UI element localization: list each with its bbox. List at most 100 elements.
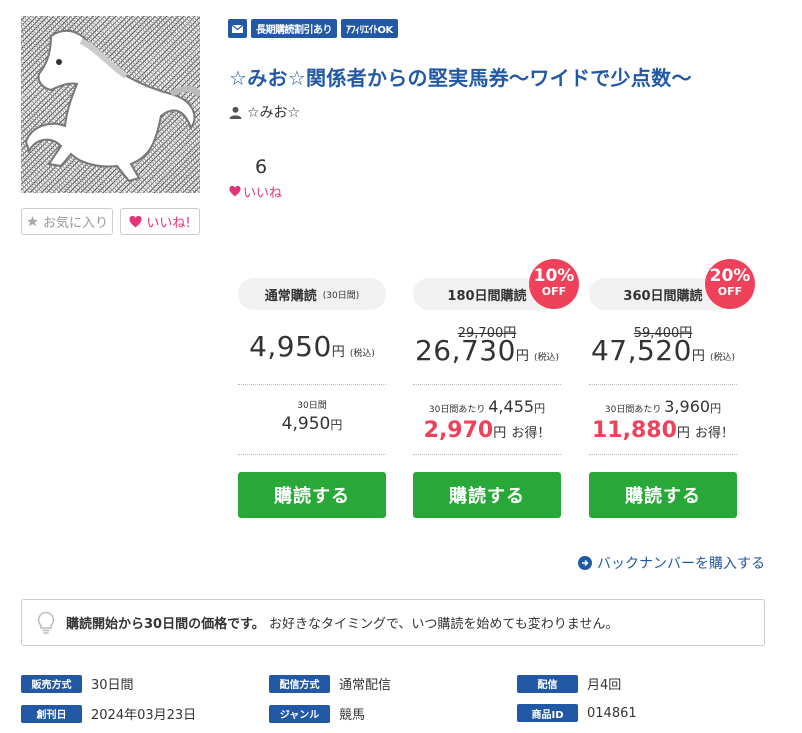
notice-text: お好きなタイミングで、いつ購読を始めても変わりません。 xyxy=(268,617,619,632)
price-value: 4,950 xyxy=(249,330,332,363)
per-label: 30日間あたり xyxy=(604,405,662,415)
likes-label: いいね xyxy=(243,186,283,201)
heart-icon xyxy=(229,186,241,197)
yen-unit: 円 xyxy=(515,349,529,364)
saving: 2,970円 お得！ xyxy=(413,418,561,443)
tax-note: (税込) xyxy=(349,349,375,359)
likes-count: 6 xyxy=(254,156,268,178)
product-thumbnail xyxy=(21,16,200,193)
meta-label: 配信 xyxy=(517,674,578,693)
meta-value: 30日間 xyxy=(91,678,134,693)
discount-percent: 20% xyxy=(709,266,751,286)
yen-unit: 円 xyxy=(330,418,343,432)
meta-created: 創刊日 2024年03月23日 xyxy=(21,704,196,723)
meta-label: ジャンル xyxy=(269,704,330,723)
yen-unit: 円 xyxy=(691,349,705,364)
yen-unit: 円 xyxy=(534,402,546,415)
discount-badge: 10% OFF xyxy=(529,259,579,309)
divider xyxy=(413,454,561,455)
tax-note: (税込) xyxy=(534,353,560,363)
like-button[interactable]: いいね! xyxy=(120,208,200,235)
price-notice: 購読開始から30日間の価格です。 お好きなタイミングで、いつ購読を始めても変わり… xyxy=(21,599,765,646)
plan-normal: 通常購読 (30日間) 4,950円 (税込) 30日間 4,950円 購読する xyxy=(238,278,386,518)
divider xyxy=(413,384,561,385)
page-title: ☆みお☆関係者からの堅実馬券〜ワイドで少点数〜 xyxy=(229,66,692,90)
heart-icon xyxy=(129,215,142,227)
likes-label-row: いいね xyxy=(229,182,282,201)
yen-unit: 円 xyxy=(676,426,690,441)
period-label: 30日間 xyxy=(297,401,327,411)
saving-value: 2,970 xyxy=(423,418,494,443)
plan-name: 通常購読 xyxy=(264,288,317,304)
notice-bold: 購読開始から30日間の価格です。 xyxy=(66,617,265,632)
discount-percent: 10% xyxy=(533,266,575,286)
discount-off: OFF xyxy=(541,285,567,298)
long-term-discount-badge: 長期購読割引あり xyxy=(251,19,337,38)
tax-note: (税込) xyxy=(710,353,736,363)
mail-badge xyxy=(228,19,247,38)
meta-value: 通常配信 xyxy=(339,678,392,693)
plan-180-days: 180日間購読 10% OFF 29,700円 26,730円 (税込) 30日… xyxy=(413,259,579,518)
favorite-label: お気に入り xyxy=(42,216,108,231)
divider xyxy=(589,384,737,385)
per-30-days: 30日間あたり 4,455円 xyxy=(413,397,561,416)
horse-illustration xyxy=(24,29,200,183)
author[interactable]: ☆みお☆ xyxy=(229,102,300,122)
backnumber-label: バックナンバーを購入する xyxy=(597,556,765,572)
divider xyxy=(238,384,386,385)
subscribe-button-180[interactable]: 購読する xyxy=(413,472,561,518)
author-name: ☆みお☆ xyxy=(247,105,301,121)
plan-360-days: 360日間購読 20% OFF 59,400円 47,520円 (税込) 30日… xyxy=(589,259,755,518)
yen-unit: 円 xyxy=(493,426,507,441)
user-icon xyxy=(229,106,242,119)
period-price-value: 4,950 xyxy=(281,414,331,434)
meta-value: 月4回 xyxy=(587,678,622,693)
plan-period: (30日間) xyxy=(322,290,360,301)
subscribe-button-normal[interactable]: 購読する xyxy=(238,472,386,518)
plan-name: 180日間購読 xyxy=(447,288,527,304)
meta-genre: ジャンル 競馬 xyxy=(269,704,365,723)
divider xyxy=(238,454,386,455)
meta-value[interactable]: 競馬 xyxy=(339,704,365,723)
yen-unit: 円 xyxy=(331,345,345,360)
per-label: 30日間あたり xyxy=(428,405,486,415)
lightbulb-icon xyxy=(37,611,55,634)
meta-label: 配信方式 xyxy=(269,674,330,693)
meta-label: 販売方式 xyxy=(21,674,82,693)
per-price: 4,455 xyxy=(488,397,535,416)
meta-value: 014861 xyxy=(587,705,637,721)
backnumber-link[interactable]: バックナンバーを購入する xyxy=(578,553,765,573)
saving: 11,880円 お得！ xyxy=(589,418,737,443)
saving-suffix: お得！ xyxy=(511,426,551,441)
discount-off: OFF xyxy=(717,285,743,298)
plan-name: 360日間購読 xyxy=(623,288,703,304)
arrow-right-circle-icon xyxy=(578,556,592,570)
meta-sales-method: 販売方式 30日間 xyxy=(21,674,134,693)
divider xyxy=(589,454,737,455)
favorite-button[interactable]: お気に入り xyxy=(21,208,113,235)
per-price: 3,960 xyxy=(664,397,711,416)
meta-delivery-method: 配信方式 通常配信 xyxy=(269,674,391,693)
price-value: 47,520 xyxy=(590,334,692,367)
period-price: 4,950円 xyxy=(238,414,386,434)
plan-price: 47,520円 (税込) xyxy=(589,334,737,367)
price-value: 26,730 xyxy=(414,334,516,367)
discount-badge: 20% OFF xyxy=(705,259,755,309)
yen-unit: 円 xyxy=(710,402,722,415)
subscribe-button-360[interactable]: 購読する xyxy=(589,472,737,518)
plan-price: 4,950円 (税込) xyxy=(238,330,386,363)
per-30-days: 30日間あたり 3,960円 xyxy=(589,397,737,416)
meta-product-id: 商品ID 014861 xyxy=(517,704,637,722)
saving-value: 11,880 xyxy=(591,418,677,443)
star-icon xyxy=(27,216,38,227)
like-label: いいね! xyxy=(146,216,191,231)
saving-suffix: お得！ xyxy=(695,426,735,441)
mail-icon xyxy=(232,24,243,33)
affiliate-badge: ｱﾌｨﾘｴｲﾄOK xyxy=(341,19,398,38)
meta-label: 創刊日 xyxy=(21,704,82,723)
plan-header: 通常購読 (30日間) xyxy=(238,278,386,310)
meta-label: 商品ID xyxy=(517,704,578,722)
meta-value: 2024年03月23日 xyxy=(91,708,197,723)
badge-row: 長期購読割引あり ｱﾌｨﾘｴｲﾄOK xyxy=(228,19,398,38)
meta-delivery: 配信 月4回 xyxy=(517,674,621,693)
